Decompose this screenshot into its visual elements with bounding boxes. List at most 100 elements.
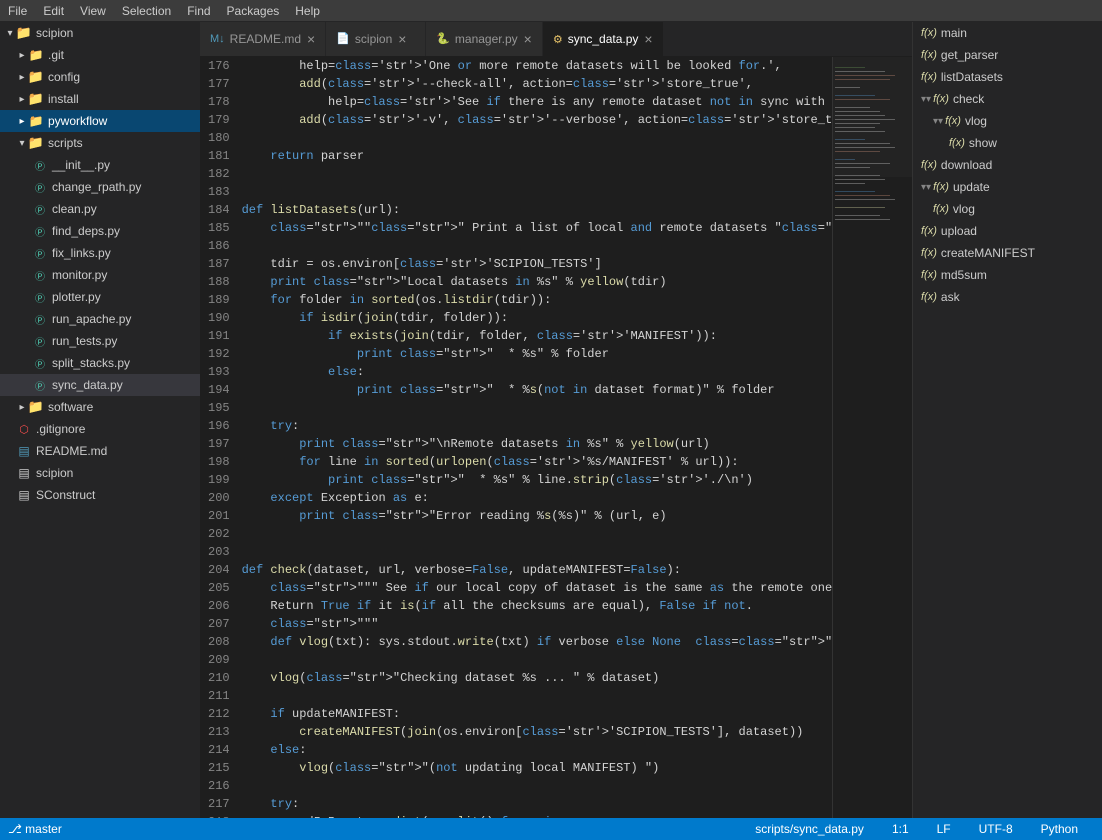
outline-item-upload[interactable]: f(x) upload [913, 220, 1102, 242]
table-row: 217 try: [200, 795, 832, 813]
sidebar-item-plotter[interactable]: Ⓟ plotter.py [0, 286, 200, 308]
menu-edit[interactable]: Edit [35, 2, 72, 20]
sidebar-label-run-tests: run_tests.py [52, 334, 117, 348]
line-number: 195 [200, 399, 242, 417]
outline-item-create-manifest[interactable]: f(x) createMANIFEST [913, 242, 1102, 264]
file-icon: ▤ [16, 465, 32, 481]
sidebar-item-monitor[interactable]: Ⓟ monitor.py [0, 264, 200, 286]
encoding[interactable]: UTF-8 [979, 822, 1013, 836]
code-line: vlog(class="str">"Checking dataset %s ..… [242, 669, 832, 687]
python-file-icon: Ⓟ [32, 157, 48, 173]
sidebar-item-change-rpath[interactable]: Ⓟ change_rpath.py [0, 176, 200, 198]
tab-label-manager: manager.py [455, 32, 518, 46]
line-number: 204 [200, 561, 242, 579]
code-line: help=class='str'>'See if there is any re… [242, 93, 832, 111]
sidebar-item-gitignore[interactable]: ⬡ .gitignore [0, 418, 200, 440]
code-line: for folder in sorted(os.listdir(tdir)): [242, 291, 832, 309]
menu-packages[interactable]: Packages [219, 2, 288, 20]
tab-close-scipion[interactable]: × [398, 32, 406, 46]
function-icon: f(x) [933, 203, 949, 215]
outline-item-md5sum[interactable]: f(x) md5sum [913, 264, 1102, 286]
file-path: scripts/sync_data.py [755, 822, 864, 836]
tab-manager[interactable]: 🐍 manager.py × [426, 22, 543, 56]
outline-item-show[interactable]: f(x) show [913, 132, 1102, 154]
menu-selection[interactable]: Selection [114, 2, 179, 20]
line-number: 180 [200, 129, 242, 147]
menu-file[interactable]: File [0, 2, 35, 20]
code-editor[interactable]: 176 help=class='str'>'One or more remote… [200, 57, 912, 818]
chevron-icon [16, 137, 28, 149]
outline-label-check: check [953, 92, 984, 106]
sidebar-item-sync-data[interactable]: Ⓟ sync_data.py [0, 374, 200, 396]
python-tab-icon: 🐍 [436, 32, 450, 45]
chevron-icon [16, 71, 28, 83]
tab-scipion[interactable]: 📄 scipion × [326, 22, 426, 56]
menu-view[interactable]: View [72, 2, 114, 20]
tab-close-sync-data[interactable]: × [644, 32, 652, 46]
sidebar-item-scipion-file[interactable]: ▤ scipion [0, 462, 200, 484]
sidebar-item-run-apache[interactable]: Ⓟ run_apache.py [0, 308, 200, 330]
folder-icon: 📁 [16, 25, 32, 41]
sidebar-item-config[interactable]: 📁 config [0, 66, 200, 88]
menu-find[interactable]: Find [179, 2, 218, 20]
python-file-icon: Ⓟ [32, 289, 48, 305]
sidebar-item-sconstruct[interactable]: ▤ SConstruct [0, 484, 200, 506]
outline-item-vlog-2[interactable]: f(x) vlog [913, 198, 1102, 220]
line-number: 188 [200, 273, 242, 291]
outline-item-vlog-1[interactable]: ▾ f(x) vlog [913, 110, 1102, 132]
line-number: 208 [200, 633, 242, 651]
tab-readme[interactable]: M↓ README.md × [200, 22, 326, 56]
sidebar-item-find-deps[interactable]: Ⓟ find_deps.py [0, 220, 200, 242]
sidebar-item-split-stacks[interactable]: Ⓟ split_stacks.py [0, 352, 200, 374]
outline-item-main[interactable]: f(x) main [913, 22, 1102, 44]
outline-item-update[interactable]: ▾ f(x) update [913, 176, 1102, 198]
outline-item-download[interactable]: f(x) download [913, 154, 1102, 176]
code-line: if updateMANIFEST: [242, 705, 832, 723]
line-ending[interactable]: LF [937, 822, 951, 836]
git-branch[interactable]: ⎇ master [8, 822, 62, 836]
minimap [832, 57, 912, 818]
line-number: 184 [200, 201, 242, 219]
sidebar-item-pyworkflow[interactable]: 📁 pyworkflow [0, 110, 200, 132]
outline-label-vlog-2: vlog [953, 202, 975, 216]
table-row: 189 for folder in sorted(os.listdir(tdir… [200, 291, 832, 309]
tab-close-readme[interactable]: × [307, 32, 315, 46]
outline-item-list-datasets[interactable]: f(x) listDatasets [913, 66, 1102, 88]
sidebar-item-scipion-root[interactable]: 📁 scipion [0, 22, 200, 44]
code-line: if isdir(join(tdir, folder)): [242, 309, 832, 327]
language-mode[interactable]: Python [1041, 822, 1078, 836]
table-row: 190 if isdir(join(tdir, folder)): [200, 309, 832, 327]
outline-item-check[interactable]: ▾ f(x) check [913, 88, 1102, 110]
line-number: 200 [200, 489, 242, 507]
function-icon: f(x) [921, 291, 937, 303]
code-line: print class="str">"Error reading %s(%s)"… [242, 507, 832, 525]
sidebar-item-install[interactable]: 📁 install [0, 88, 200, 110]
python-file-icon: Ⓟ [32, 355, 48, 371]
folder-icon: 📁 [28, 47, 44, 63]
sidebar-item-clean[interactable]: Ⓟ clean.py [0, 198, 200, 220]
chevron-icon [16, 93, 28, 105]
sidebar-item-init[interactable]: Ⓟ __init__.py [0, 154, 200, 176]
menu-help[interactable]: Help [287, 2, 328, 20]
function-icon: f(x) [921, 71, 937, 83]
table-row: 196 try: [200, 417, 832, 435]
line-number: 206 [200, 597, 242, 615]
sidebar-item-git[interactable]: 📁 .git [0, 44, 200, 66]
sidebar-item-fix-links[interactable]: Ⓟ fix_links.py [0, 242, 200, 264]
tab-sync-data[interactable]: ⚙ sync_data.py × [543, 22, 664, 56]
tab-close-manager[interactable]: × [524, 32, 532, 46]
table-row: 211 [200, 687, 832, 705]
line-number: 196 [200, 417, 242, 435]
sidebar-item-run-tests[interactable]: Ⓟ run_tests.py [0, 330, 200, 352]
folder-icon: 📁 [28, 399, 44, 415]
outline-item-get-parser[interactable]: f(x) get_parser [913, 44, 1102, 66]
outline-item-ask[interactable]: f(x) ask [913, 286, 1102, 308]
table-row: 201 print class="str">"Error reading %s(… [200, 507, 832, 525]
outline-label-get-parser: get_parser [941, 48, 998, 62]
code-line: tdir = os.environ[class='str'>'SCIPION_T… [242, 255, 832, 273]
code-line: for line in sorted(urlopen(class='str'>'… [242, 453, 832, 471]
table-row: 208 def vlog(txt): sys.stdout.write(txt)… [200, 633, 832, 651]
sidebar-item-scripts[interactable]: 📁 scripts [0, 132, 200, 154]
sidebar-item-readme[interactable]: ▤ README.md [0, 440, 200, 462]
sidebar-item-software[interactable]: 📁 software [0, 396, 200, 418]
